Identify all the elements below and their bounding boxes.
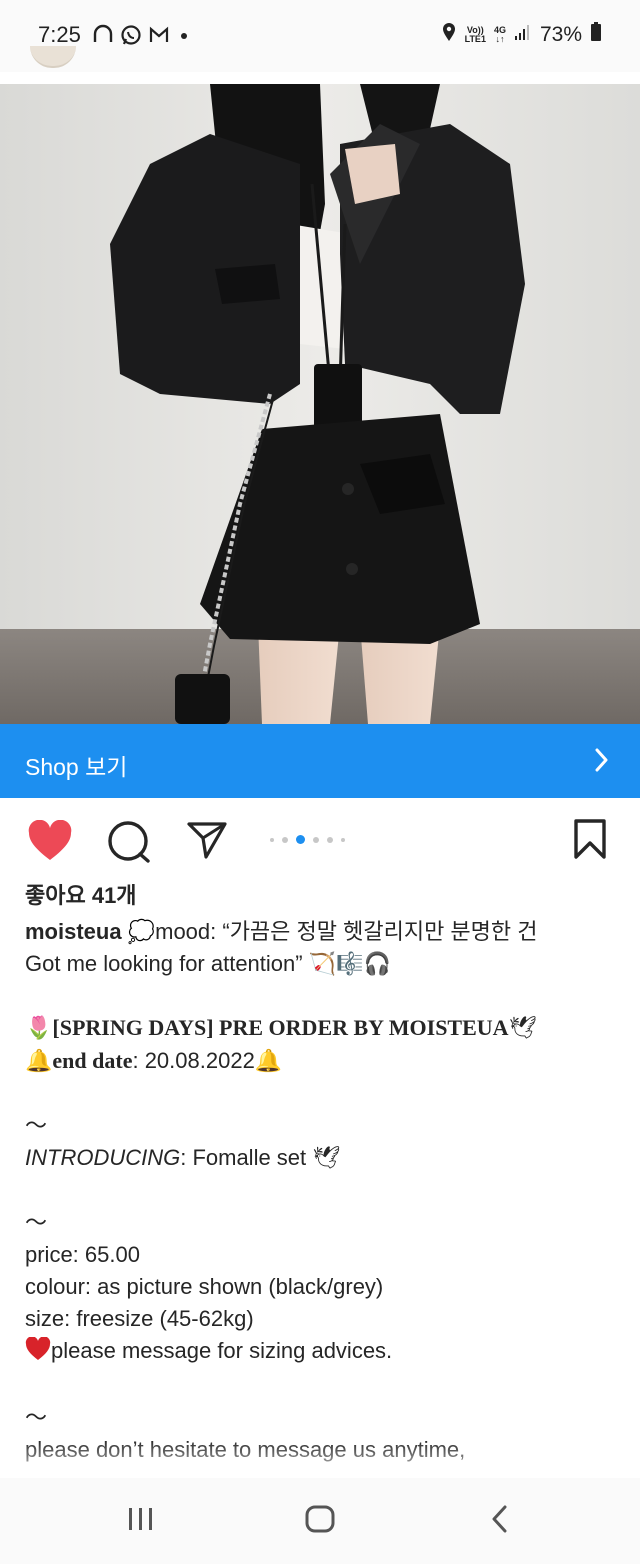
dove-icon: 🕊 (508, 1016, 537, 1041)
recent-apps-icon[interactable] (126, 1504, 156, 1539)
network-indicator: Vo)) LTE1 (464, 24, 486, 44)
dot-icon (176, 24, 192, 51)
carousel-indicator (270, 835, 345, 844)
notification-icons (92, 24, 192, 51)
post-caption: 좋아요 41개 moisteua 💭mood: “가끔은 정말 헷갈리지만 분명… (25, 880, 615, 1466)
spring-days-line: 🌷[SPRING DAYS] PRE ORDER BY MOISTEUA🕊 (25, 1012, 615, 1045)
shop-bar[interactable]: Shop 보기 (0, 724, 640, 798)
status-right: Vo)) LTE1 4G ↓↑ 73% (441, 22, 602, 47)
status-time: 7:25 (38, 22, 81, 47)
tulip-icon: 🌷 (25, 1016, 53, 1041)
whatsapp-icon (120, 24, 142, 51)
post-photo[interactable] (0, 84, 640, 724)
spring-days-text: [SPRING DAYS] PRE ORDER BY MOISTEUA (52, 1015, 509, 1040)
colour-line: colour: as picture shown (black/grey) (25, 1274, 384, 1299)
end-date-label: end date (52, 1048, 133, 1073)
signal-icon (514, 23, 532, 46)
carousel-dot (270, 837, 274, 842)
caption-line2: Got me looking for attention” 🏹🎼🎧 (25, 951, 391, 976)
carousel-dot (313, 836, 319, 843)
caption-line: moisteua 💭mood: “가끔은 정말 헷갈리지만 분명한 건 (25, 916, 615, 948)
introducing-value: : Fomalle set (180, 1145, 307, 1170)
introducing-label: INTRODUCING (25, 1145, 181, 1170)
heart-icon[interactable] (27, 819, 73, 867)
post-photo-illustration (0, 84, 640, 724)
size-line: size: freesize (45-62kg) (25, 1306, 254, 1331)
price-line: price: 65.00 (25, 1242, 140, 1267)
comment-icon[interactable] (106, 820, 152, 869)
bookmark-icon[interactable] (573, 818, 607, 865)
like-count[interactable]: 좋아요 41개 (25, 880, 615, 912)
carousel-dot (341, 837, 345, 842)
shop-label: Shop 보기 (25, 754, 128, 780)
chevron-right-icon (594, 746, 610, 779)
tilde-divider: ～ (25, 1210, 48, 1235)
sizing-note-text: please message for sizing advices. (51, 1338, 393, 1363)
gmail-icon (148, 24, 170, 51)
red-heart-icon (25, 1336, 51, 1370)
data-indicator: 4G ↓↑ (493, 24, 506, 44)
introducing-line: INTRODUCING: Fomalle set 🕊 (25, 1142, 615, 1175)
back-icon[interactable] (488, 1504, 512, 1539)
system-nav-bar (0, 1478, 640, 1564)
dove-icon: 🕊 (312, 1146, 341, 1171)
post-actions (0, 808, 640, 872)
carousel-dot (327, 836, 333, 843)
carousel-dot (282, 836, 288, 843)
caption-text: 💭mood: “가끔은 정말 헷갈리지만 분명한 건 (127, 919, 538, 944)
bell-icon: 🔔 (254, 1049, 283, 1074)
status-bar: 7:25 Vo)) LTE1 4G ↓↑ 73% (0, 0, 640, 72)
carousel-dot-active (296, 835, 305, 844)
location-icon (441, 22, 457, 47)
tilde-divider: ～ (25, 1113, 48, 1138)
username-link[interactable]: moisteua (25, 919, 122, 944)
bell-icon: 🔔 (25, 1049, 53, 1074)
end-date-value: : 20.08.2022 (132, 1048, 255, 1073)
end-date-line: 🔔end date: 20.08.2022🔔 (25, 1045, 615, 1078)
headphones-icon (92, 24, 114, 51)
share-icon[interactable] (186, 820, 228, 865)
sizing-note-line: please message for sizing advices. (25, 1335, 615, 1370)
avatar[interactable] (30, 46, 76, 68)
battery-icon (590, 22, 602, 47)
tilde-divider: ～ (25, 1405, 48, 1430)
home-icon[interactable] (304, 1504, 336, 1539)
battery-percent: 73% (539, 22, 582, 46)
